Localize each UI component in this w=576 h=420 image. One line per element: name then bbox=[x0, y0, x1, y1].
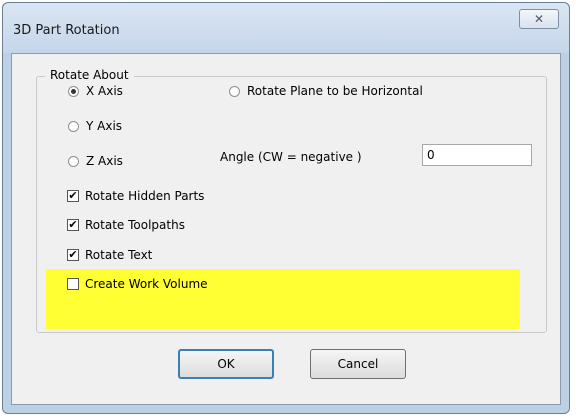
y-axis-radio-circle[interactable] bbox=[68, 120, 79, 132]
close-button[interactable]: ✕ bbox=[519, 9, 559, 29]
rotate-text-box[interactable] bbox=[67, 249, 79, 261]
rotate-toolpaths-box[interactable] bbox=[67, 219, 79, 231]
horizontal-plane-radio[interactable]: Rotate Plane to be Horizontal bbox=[229, 84, 423, 98]
horizontal-plane-radio-circle[interactable] bbox=[229, 85, 240, 97]
z-axis-label: Z Axis bbox=[86, 154, 123, 168]
z-axis-radio[interactable]: Z Axis bbox=[68, 154, 123, 168]
title-bar[interactable]: 3D Part Rotation ✕ bbox=[3, 3, 569, 53]
close-icon: ✕ bbox=[533, 12, 545, 26]
dialog-window: 3D Part Rotation ✕ Rotate About X Axis Y… bbox=[2, 2, 570, 414]
angle-input[interactable] bbox=[422, 144, 532, 166]
rotate-hidden-parts-checkbox[interactable]: Rotate Hidden Parts bbox=[67, 189, 204, 203]
rotate-hidden-parts-box[interactable] bbox=[67, 190, 79, 202]
rotate-toolpaths-checkbox[interactable]: Rotate Toolpaths bbox=[67, 218, 185, 232]
y-axis-radio[interactable]: Y Axis bbox=[68, 119, 122, 133]
horizontal-plane-label: Rotate Plane to be Horizontal bbox=[247, 84, 423, 98]
rotate-text-label: Rotate Text bbox=[85, 248, 153, 262]
rotate-toolpaths-label: Rotate Toolpaths bbox=[85, 218, 185, 232]
rotate-hidden-parts-label: Rotate Hidden Parts bbox=[85, 189, 205, 203]
angle-label: Angle (CW = negative ) bbox=[220, 150, 362, 164]
x-axis-radio-circle[interactable] bbox=[68, 85, 79, 97]
z-axis-radio-circle[interactable] bbox=[68, 155, 79, 167]
cancel-button[interactable]: Cancel bbox=[310, 349, 406, 379]
y-axis-label: Y Axis bbox=[86, 119, 123, 133]
rotate-text-checkbox[interactable]: Rotate Text bbox=[67, 248, 152, 262]
group-legend: Rotate About bbox=[45, 68, 134, 82]
dialog-body: Rotate About X Axis Y Axis Z Axis Rotate… bbox=[11, 53, 561, 405]
create-work-volume-box[interactable] bbox=[67, 278, 79, 290]
x-axis-radio[interactable]: X Axis bbox=[68, 84, 123, 98]
window-title: 3D Part Rotation bbox=[13, 23, 120, 38]
create-work-volume-label: Create Work Volume bbox=[85, 277, 208, 291]
x-axis-label: X Axis bbox=[86, 84, 123, 98]
ok-button[interactable]: OK bbox=[178, 349, 274, 379]
create-work-volume-checkbox[interactable]: Create Work Volume bbox=[67, 277, 208, 291]
